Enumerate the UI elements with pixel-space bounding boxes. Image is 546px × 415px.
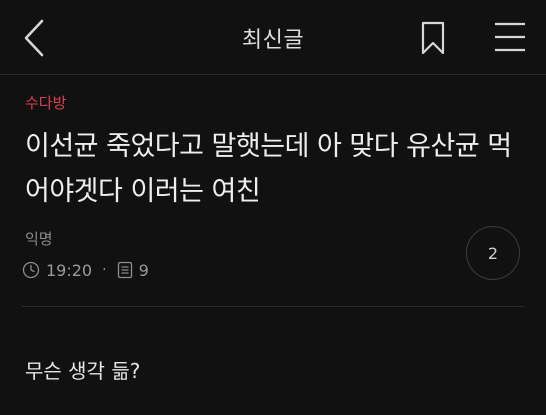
post-title: 이선균 죽었다고 말햇는데 아 맞다 유산균 먹어야겟다 이러는 여친 [25,131,512,207]
author-name: 익명 [25,230,53,248]
board-name-link[interactable]: 수다방 [25,92,66,113]
menu-button[interactable] [492,20,528,54]
meta-separator: · [102,262,107,278]
page-title: 최신글 [241,28,305,53]
post-time: 19:20 [46,260,93,280]
clock-icon [22,261,40,279]
views-icon [117,261,132,279]
comment-count-button[interactable]: 2 [466,226,520,280]
post-meta: 19:20 · 9 [22,258,149,282]
post-body: 무슨 생각 듦? [25,359,141,383]
comment-count: 2 [487,243,499,263]
bookmark-button[interactable] [418,20,448,56]
menu-icon [495,22,525,52]
bookmark-icon [421,21,445,55]
content-divider [22,306,524,307]
top-navigation-bar: 최신글 [0,0,546,75]
view-count: 9 [138,260,149,280]
post-screen: 최신글 수다방 이선균 죽었다고 말햇는데 아 맞다 유산균 먹어야겟다 이러는… [0,0,546,415]
